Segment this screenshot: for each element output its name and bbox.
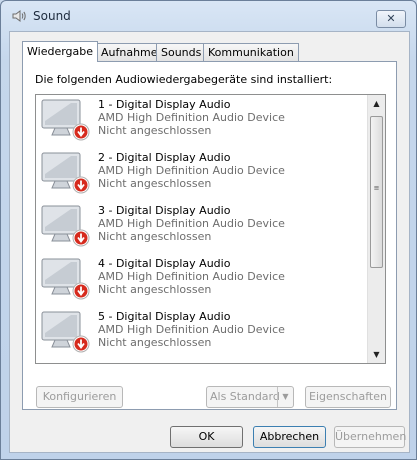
scroll-down-arrow-icon[interactable]: ▼: [368, 346, 385, 363]
set-default-button[interactable]: Als Standard ▼: [206, 386, 294, 408]
cancel-button[interactable]: Abbrechen: [253, 426, 326, 448]
playback-panel: Die folgenden Audiowiedergabegeräte sind…: [22, 61, 397, 410]
device-name: 2 - Digital Display Audio: [98, 151, 231, 164]
device-driver: AMD High Definition Audio Device: [98, 164, 285, 177]
dropdown-arrow-icon[interactable]: ▼: [277, 387, 293, 407]
monitor-disconnected-icon: [41, 311, 90, 353]
device-driver: AMD High Definition Audio Device: [98, 217, 285, 230]
ok-button[interactable]: OK: [170, 426, 243, 448]
device-status: Nicht angeschlossen: [98, 336, 212, 349]
device-item[interactable]: 6 - Digital Display Audio: [36, 359, 366, 364]
device-name: 5 - Digital Display Audio: [98, 310, 231, 323]
device-status: Nicht angeschlossen: [98, 124, 212, 137]
device-driver: AMD High Definition Audio Device: [98, 323, 285, 336]
tab-aufnahme[interactable]: Aufnahme: [96, 43, 163, 61]
device-item[interactable]: 4 - Digital Display Audio AMD High Defini…: [36, 253, 366, 306]
window-title: Sound: [33, 9, 71, 23]
device-item[interactable]: 5 - Digital Display Audio AMD High Defini…: [36, 306, 366, 359]
device-status: Nicht angeschlossen: [98, 177, 212, 190]
device-driver: AMD High Definition Audio Device: [98, 111, 285, 124]
sound-dialog: Sound ✕ Wiedergabe Aufnahme Sounds Kommu…: [0, 0, 417, 460]
device-name: 1 - Digital Display Audio: [98, 98, 231, 111]
device-list[interactable]: 1 - Digital Display Audio AMD High Defini…: [35, 94, 386, 364]
device-status: Nicht angeschlossen: [98, 283, 212, 296]
speaker-icon: [12, 10, 26, 22]
monitor-disconnected-icon: [41, 258, 90, 300]
panel-heading: Die folgenden Audiowiedergabegeräte sind…: [35, 73, 333, 86]
device-item[interactable]: 1 - Digital Display Audio AMD High Defini…: [36, 95, 366, 147]
close-icon: ✕: [386, 12, 396, 25]
tab-sounds[interactable]: Sounds: [156, 43, 207, 61]
configure-button[interactable]: Konfigurieren: [36, 386, 123, 408]
apply-button[interactable]: Übernehmen: [334, 426, 406, 448]
monitor-disconnected-icon: [41, 205, 90, 247]
device-item[interactable]: 2 - Digital Display Audio AMD High Defini…: [36, 147, 366, 200]
tab-wiedergabe[interactable]: Wiedergabe: [22, 41, 99, 62]
set-default-label: Als Standard: [210, 390, 280, 403]
close-button[interactable]: ✕: [376, 10, 406, 28]
monitor-disconnected-icon: [41, 152, 90, 194]
device-name: 4 - Digital Display Audio: [98, 257, 231, 270]
tab-kommunikation[interactable]: Kommunikation: [203, 43, 299, 61]
device-name: 3 - Digital Display Audio: [98, 204, 231, 217]
monitor-disconnected-icon: [41, 362, 91, 364]
device-status: Nicht angeschlossen: [98, 230, 212, 243]
scroll-up-arrow-icon[interactable]: ▲: [368, 95, 385, 112]
monitor-disconnected-icon: [41, 99, 90, 141]
title-bar[interactable]: Sound ✕: [1, 1, 416, 31]
device-driver: AMD High Definition Audio Device: [98, 270, 285, 283]
vertical-scrollbar[interactable]: ▲ ≡ ▼: [367, 95, 385, 363]
dialog-client-area: Wiedergabe Aufnahme Sounds Kommunikation…: [9, 31, 410, 453]
device-name: 6 - Digital Display Audio: [98, 363, 230, 364]
properties-button[interactable]: Eigenschaften: [305, 386, 391, 408]
scroll-thumb[interactable]: ≡: [370, 116, 383, 268]
grip-icon: ≡: [373, 184, 380, 192]
device-item[interactable]: 3 - Digital Display Audio AMD High Defini…: [36, 200, 366, 253]
